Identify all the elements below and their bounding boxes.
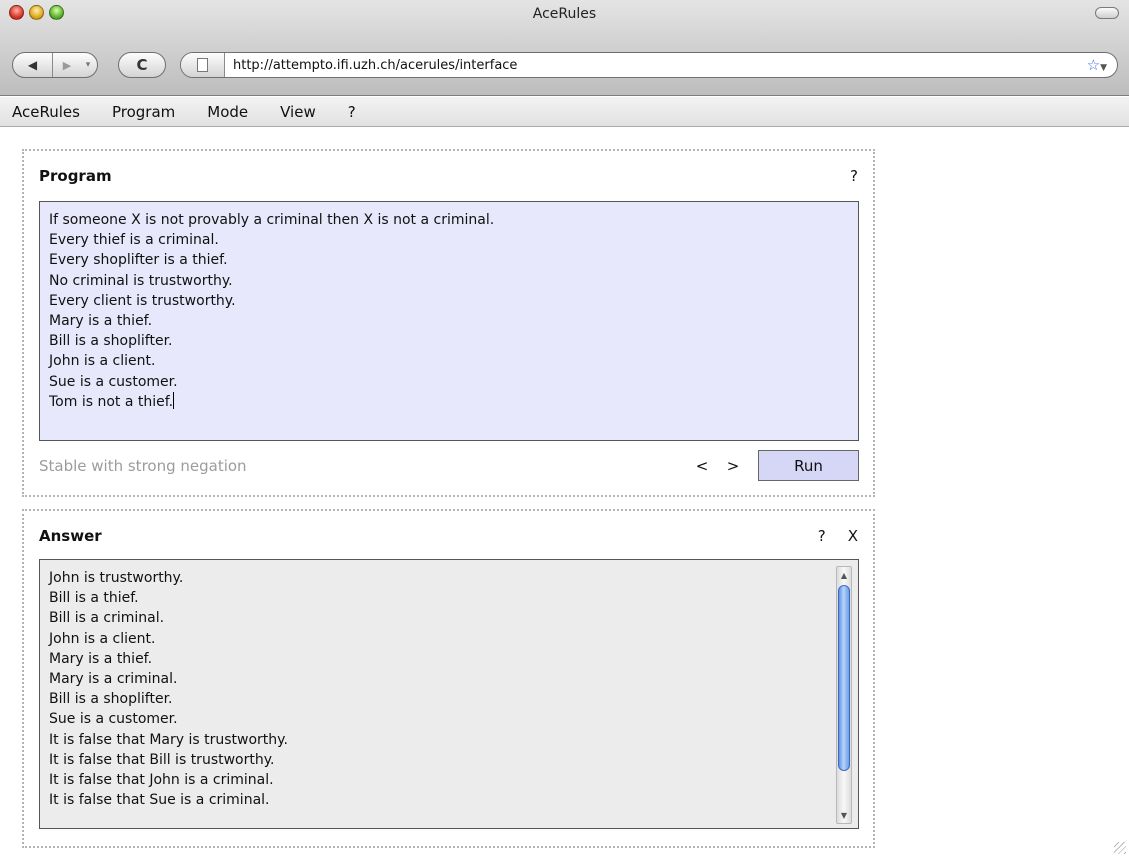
answer-line: Bill is a thief. <box>49 590 139 607</box>
address-bar[interactable]: http://attempto.ifi.uzh.ch/acerules/inte… <box>180 52 1118 78</box>
scroll-thumb[interactable] <box>838 585 850 771</box>
nav-buttons: ◀ ▶ ▾ <box>12 52 98 78</box>
program-line-last: Tom is not a thief. <box>49 391 849 412</box>
menu-acerules[interactable]: AceRules <box>12 103 80 121</box>
answer-panel: Answer ? X John is trustworthy. Bill is … <box>22 509 875 848</box>
answer-panel-title: Answer <box>39 527 102 545</box>
answer-scrollbar[interactable]: ▲ ▼ <box>836 566 852 824</box>
program-panel: Program ? If someone X is not provably a… <box>22 149 875 497</box>
program-line: Mary is a thief. <box>49 313 153 330</box>
reload-icon: C <box>136 56 148 74</box>
reload-button[interactable]: C <box>118 52 166 78</box>
scroll-down-icon[interactable]: ▼ <box>837 807 851 823</box>
history-dropdown-button[interactable]: ▾ <box>81 60 95 70</box>
menu-view[interactable]: View <box>280 103 316 121</box>
program-line: Every thief is a criminal. <box>49 232 219 249</box>
run-button[interactable]: Run <box>758 450 859 481</box>
program-line: Every client is trustworthy. <box>49 292 236 309</box>
menu-help[interactable]: ? <box>348 103 356 121</box>
program-panel-header: Program ? <box>39 167 858 185</box>
chevron-down-icon: ▾ <box>85 60 91 70</box>
menu-mode[interactable]: Mode <box>207 103 248 121</box>
program-line: No criminal is trustworthy. <box>49 272 233 289</box>
menu-program[interactable]: Program <box>112 103 175 121</box>
resize-grip-icon[interactable] <box>1114 842 1126 854</box>
program-help-button[interactable]: ? <box>850 167 858 185</box>
answer-line: It is false that Sue is a criminal. <box>49 792 270 809</box>
star-icon: ☆ <box>1086 56 1101 74</box>
bookmark-button[interactable]: ☆▼ <box>1073 56 1117 74</box>
forward-button[interactable]: ▶ <box>53 53 81 77</box>
back-button[interactable]: ◀ <box>13 53 53 77</box>
answer-line: Sue is a customer. <box>49 711 178 728</box>
answer-line: It is false that John is a criminal. <box>49 772 274 789</box>
chevron-down-icon: ▼ <box>1100 63 1107 73</box>
answer-panel-header: Answer ? X <box>39 527 858 545</box>
answer-line: Mary is a criminal. <box>49 671 178 688</box>
answer-line: Mary is a thief. <box>49 650 153 667</box>
program-line-text: Tom is not a thief. <box>49 393 174 410</box>
answer-help-button[interactable]: ? <box>818 527 826 545</box>
answer-line: John is trustworthy. <box>49 570 184 586</box>
answer-output[interactable]: John is trustworthy. Bill is a thief. Bi… <box>39 559 859 829</box>
program-line: Bill is a shoplifter. <box>49 333 173 350</box>
answer-lines: John is trustworthy. Bill is a thief. Bi… <box>49 568 824 810</box>
toolbar-toggle-button[interactable] <box>1095 7 1119 19</box>
forward-arrow-icon: ▶ <box>62 58 72 72</box>
scroll-up-icon[interactable]: ▲ <box>837 567 851 583</box>
answer-line: It is false that Mary is trustworthy. <box>49 731 288 748</box>
program-editor[interactable]: If someone X is not provably a criminal … <box>39 201 859 441</box>
answer-line: Bill is a shoplifter. <box>49 691 173 708</box>
answer-line: Bill is a criminal. <box>49 610 165 627</box>
page-icon <box>181 53 225 77</box>
program-line: Sue is a customer. <box>49 373 178 390</box>
answer-line: John is a client. <box>49 630 156 647</box>
program-line: Every shoplifter is a thief. <box>49 252 228 269</box>
answer-close-button[interactable]: X <box>848 527 858 545</box>
program-line: If someone X is not provably a criminal … <box>49 212 495 228</box>
url-field[interactable]: http://attempto.ifi.uzh.ch/acerules/inte… <box>225 58 1073 73</box>
back-arrow-icon: ◀ <box>27 58 38 72</box>
text-caret <box>173 391 175 409</box>
answer-line: It is false that Bill is trustworthy. <box>49 751 275 768</box>
app-menu-bar: AceRules Program Mode View ? <box>0 97 1129 127</box>
program-panel-title: Program <box>39 167 112 185</box>
mode-label: Stable with strong negation <box>39 456 247 475</box>
previous-button[interactable]: < <box>690 457 714 475</box>
program-footer: Stable with strong negation < > Run <box>39 450 859 481</box>
browser-titlebar: AceRules ◀ ▶ ▾ C http://attempto.ifi.uzh… <box>0 0 1129 96</box>
window-title: AceRules <box>532 6 597 22</box>
next-button[interactable]: > <box>721 457 745 475</box>
program-line: John is a client. <box>49 353 156 370</box>
